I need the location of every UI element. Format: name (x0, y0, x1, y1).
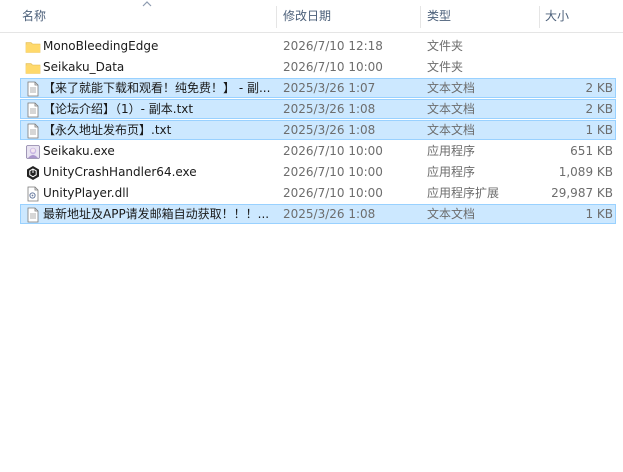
file-row[interactable]: Seikaku.exe 2026/7/10 10:00 应用程序 651 KB (20, 141, 616, 161)
file-type: 文本文档 (427, 123, 476, 137)
unity-exe-icon (27, 166, 39, 180)
file-date-modified: 2026/7/10 10:00 (283, 165, 383, 179)
file-name: 【永久地址发布页】.txt (43, 123, 172, 137)
file-type: 文件夹 (427, 39, 464, 53)
column-divider[interactable] (539, 6, 540, 28)
file-type: 文本文档 (427, 102, 476, 116)
file-date-modified: 2026/7/10 12:18 (283, 39, 383, 53)
file-date-modified: 2025/3/26 1:08 (283, 123, 376, 137)
file-row[interactable]: 【论坛介绍】（1）- 副本.txt 2025/3/26 1:08 文本文档 2 … (20, 99, 616, 119)
file-type: 文本文档 (427, 207, 476, 221)
column-header-date-modified[interactable]: 修改日期 (283, 0, 417, 32)
file-name: 【论坛介绍】（1）- 副本.txt (43, 102, 194, 116)
text-file-icon (27, 123, 39, 139)
text-file-icon (27, 102, 39, 118)
folder-icon (25, 42, 41, 53)
column-divider[interactable] (420, 6, 421, 28)
file-name: Seikaku.exe (43, 144, 115, 158)
file-date-modified: 2025/3/26 1:08 (283, 207, 376, 221)
dll-file-icon (27, 186, 39, 202)
file-date-modified: 2025/3/26 1:08 (283, 102, 376, 116)
file-row[interactable]: 最新地址及APP请发邮箱自动获取！！！... 2025/3/26 1:08 文本… (20, 204, 616, 224)
column-header-type[interactable]: 类型 (427, 0, 537, 32)
folder-icon (25, 63, 41, 74)
app-exe-icon (26, 145, 40, 159)
file-row[interactable]: UnityCrashHandler64.exe 2026/7/10 10:00 … (20, 162, 616, 182)
file-size: 1 KB (585, 123, 613, 137)
file-size (541, 37, 613, 55)
text-file-icon (27, 81, 39, 97)
column-divider[interactable] (276, 6, 277, 28)
file-size: 1 KB (585, 207, 613, 221)
file-type: 应用程序 (427, 165, 476, 179)
file-type: 应用程序 (427, 144, 476, 158)
file-size: 651 KB (570, 144, 613, 158)
file-row[interactable]: 【永久地址发布页】.txt 2025/3/26 1:08 文本文档 1 KB (20, 120, 616, 140)
file-date-modified: 2025/3/26 1:07 (283, 81, 376, 95)
file-name: UnityPlayer.dll (43, 186, 129, 200)
file-name: UnityCrashHandler64.exe (43, 165, 197, 179)
file-row[interactable]: 【来了就能下载和观看！纯免费！】 - 副... 2025/3/26 1:07 文… (20, 78, 616, 98)
file-size: 1,089 KB (558, 165, 613, 179)
file-date-modified: 2026/7/10 10:00 (283, 186, 383, 200)
column-header-name[interactable]: 名称 (22, 0, 274, 32)
file-size: 2 KB (585, 102, 613, 116)
file-name: 【来了就能下载和观看！纯免费！】 - 副... (43, 81, 271, 95)
file-type: 应用程序扩展 (427, 186, 500, 200)
file-size: 29,987 KB (551, 186, 613, 200)
file-row[interactable]: MonoBleedingEdge 2026/7/10 12:18 文件夹 (20, 36, 616, 56)
column-header-bar: 名称 修改日期 类型 大小 (0, 0, 623, 33)
file-size (541, 58, 613, 76)
text-file-icon (27, 207, 39, 223)
file-row[interactable]: UnityPlayer.dll 2026/7/10 10:00 应用程序扩展 2… (20, 183, 616, 203)
file-explorer-details-view: 名称 修改日期 类型 大小 MonoBleedingEdge 2026/7/10… (0, 0, 623, 472)
file-name: MonoBleedingEdge (43, 39, 159, 53)
file-size: 2 KB (585, 81, 613, 95)
column-header-size[interactable]: 大小 (545, 0, 615, 32)
file-name: Seikaku_Data (43, 60, 125, 74)
file-type: 文本文档 (427, 81, 476, 95)
file-type: 文件夹 (427, 60, 464, 74)
file-name: 最新地址及APP请发邮箱自动获取！！！... (43, 207, 270, 221)
file-date-modified: 2026/7/10 10:00 (283, 60, 383, 74)
file-date-modified: 2026/7/10 10:00 (283, 144, 383, 158)
file-row[interactable]: Seikaku_Data 2026/7/10 10:00 文件夹 (20, 57, 616, 77)
